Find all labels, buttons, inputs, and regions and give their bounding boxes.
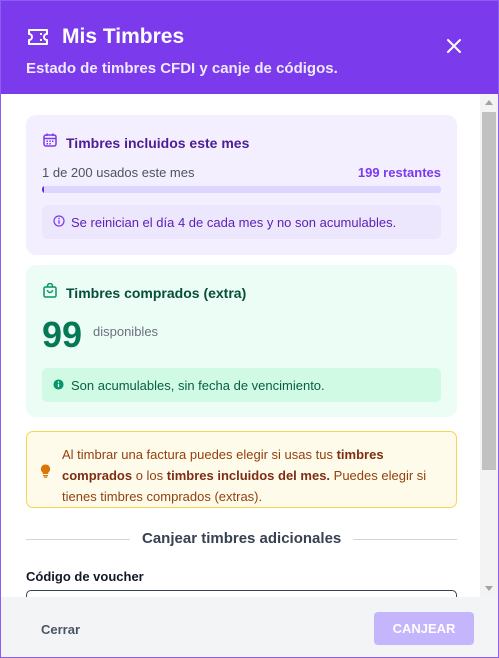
scrollbar-thumb[interactable] [482,112,496,470]
redeem-section-title: Canjear timbres adicionales [142,530,342,547]
shopping-bag-icon [43,283,57,298]
voucher-code-label: Código de voucher [26,569,144,584]
lightbulb-icon [40,464,51,478]
usage-text: 1 de 200 usados este mes [42,165,195,180]
usage-tip-card: Al timbrar una factura puedes elegir si … [26,431,457,508]
redeem-button[interactable]: CANJEAR [374,612,474,645]
modal-header: Mis Timbres Estado de timbres CFDI y can… [1,1,498,94]
divider-right [353,539,457,540]
info-icon [53,215,65,227]
purchased-count: 99 [42,314,83,355]
modal-body: Timbres incluidos este mes 1 de 200 usad… [1,94,480,597]
included-note: Se reinician el día 4 de cada mes y no s… [42,205,441,239]
included-title: Timbres incluidos este mes [66,135,250,151]
purchased-count-label: disponibles [93,324,159,339]
purchased-note-text: Son acumulables, sin fecha de vencimient… [71,378,325,393]
timbres-modal: Mis Timbres Estado de timbres CFDI y can… [0,0,499,658]
purchased-title: Timbres comprados (extra) [66,285,247,301]
remaining-text: 199 restantes [357,165,441,180]
scroll-down-arrow-icon[interactable] [484,583,494,593]
usage-progress-bar [42,186,441,193]
usage-progress-fill [42,186,44,193]
info-icon [53,379,64,390]
calendar-icon [43,133,57,147]
purchased-stamps-card: Timbres comprados (extra) 99 disponibles… [26,265,457,417]
voucher-code-input[interactable] [26,590,457,597]
purchased-note: Son acumulables, sin fecha de vencimient… [42,368,441,402]
included-note-text: Se reinician el día 4 de cada mes y no s… [71,215,397,230]
ticket-icon [28,29,48,45]
usage-tip-text: Al timbrar una factura puedes elegir si … [62,447,427,504]
close-button[interactable]: Cerrar [41,622,80,637]
scroll-up-arrow-icon[interactable] [484,98,494,108]
modal-subtitle: Estado de timbres CFDI y canje de código… [26,60,338,77]
tip-bold-included: timbres incluidos del mes. [166,468,331,483]
included-stamps-card: Timbres incluidos este mes 1 de 200 usad… [26,115,457,255]
modal-footer: Cerrar CANJEAR [1,597,498,657]
divider-left [26,539,130,540]
vertical-scrollbar[interactable] [480,94,498,597]
close-icon[interactable] [445,37,463,55]
modal-title: Mis Timbres [62,25,185,48]
